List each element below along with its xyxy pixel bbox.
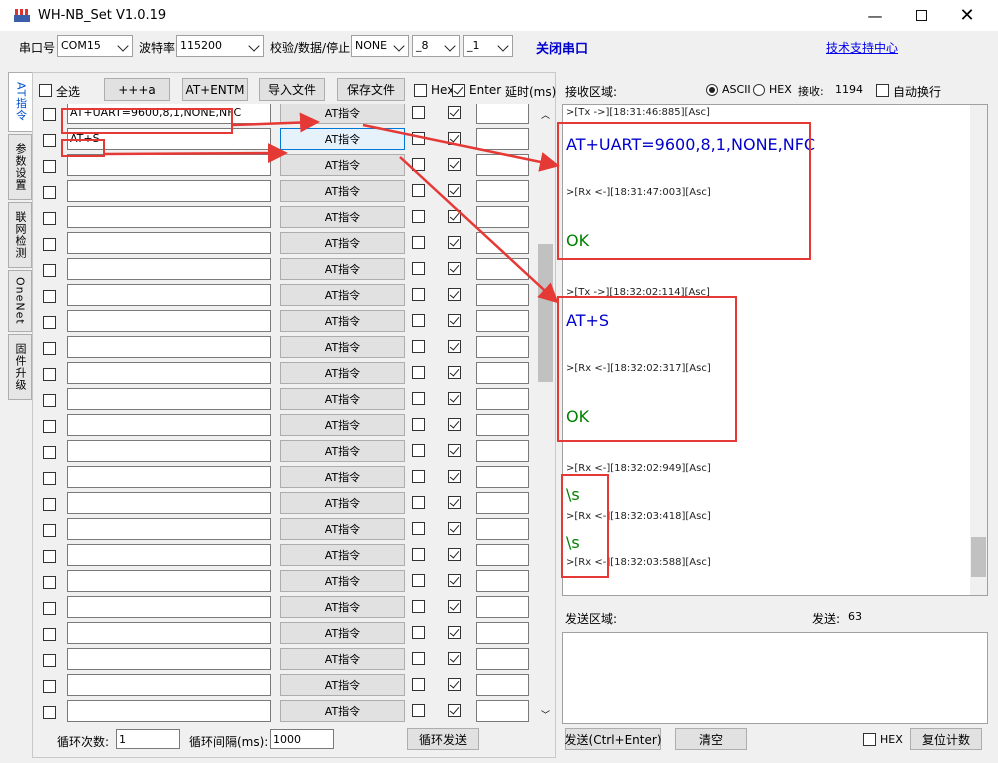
arrow-3 xyxy=(104,143,288,164)
arrow-1 xyxy=(232,112,320,133)
annotation-arrows xyxy=(104,112,560,304)
arrow-4 xyxy=(399,156,559,304)
arrow-2 xyxy=(362,123,560,172)
